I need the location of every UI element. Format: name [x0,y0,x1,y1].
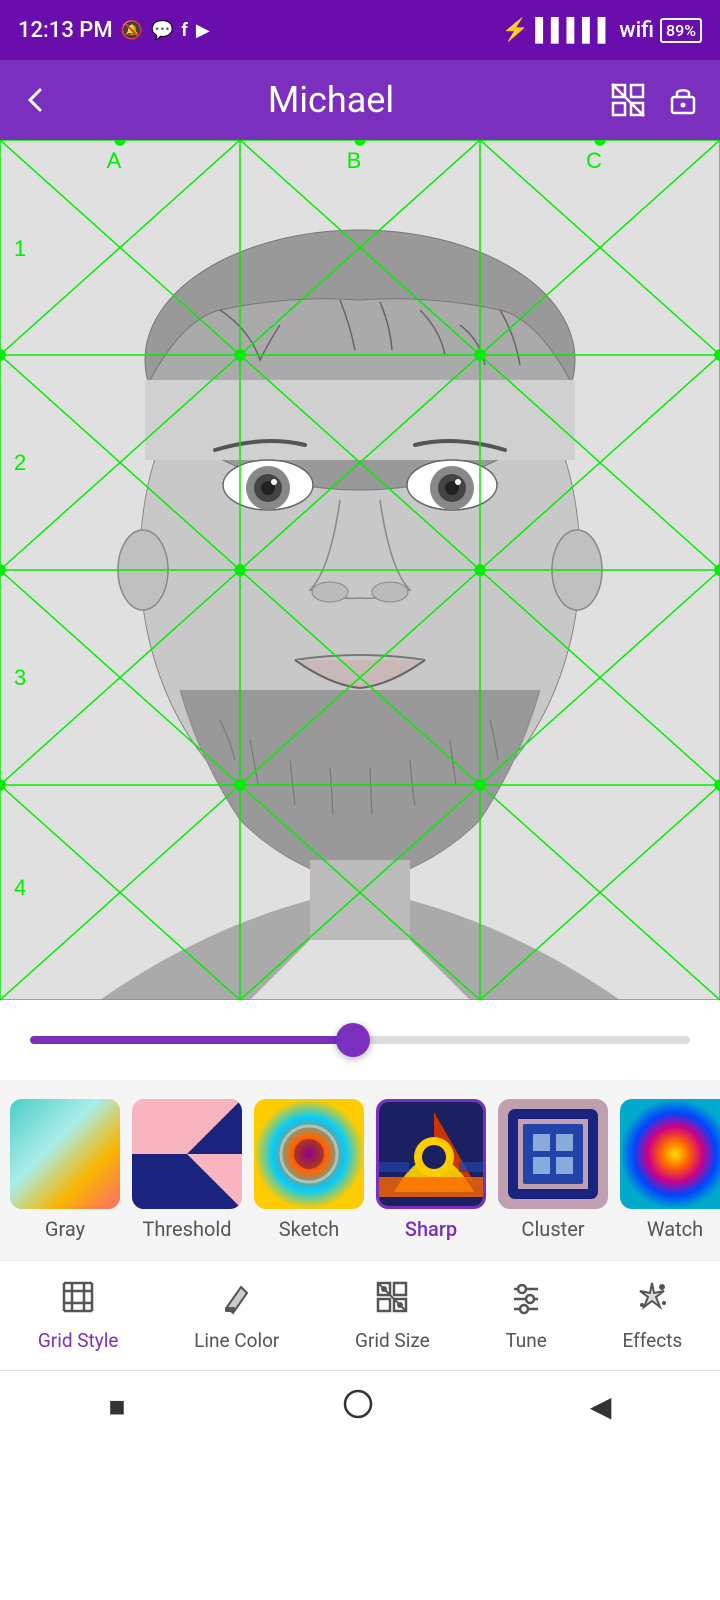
filter-label-watch: Watch [647,1217,703,1241]
slider-track[interactable] [30,1036,690,1044]
filter-thumb-watch [620,1099,720,1209]
page-title: Michael [268,79,394,121]
grid-size-icon [374,1279,410,1323]
filter-item-gray[interactable]: Gray [10,1099,120,1241]
mute-icon: 🔕 [121,20,143,41]
filter-item-watch[interactable]: Watch [620,1099,720,1241]
nav-item-tune[interactable]: Tune [505,1279,547,1352]
nav-label-effects: Effects [623,1329,683,1352]
filter-label-sharp: Sharp [405,1217,457,1241]
filter-thumb-sharp: .sharp-bg { } [376,1099,486,1209]
nav-item-line-color[interactable]: Line Color [194,1279,279,1352]
status-right: ⚡ ▌▌▌▌▌ wifi 89% [502,17,702,43]
android-navigation: ■ ◀ [0,1370,720,1442]
android-home-button[interactable] [343,1389,373,1425]
header-actions [610,82,700,118]
nav-label-grid-style: Grid Style [38,1329,119,1352]
lock-button[interactable] [666,83,700,117]
tune-icon [508,1279,544,1323]
app-header: Michael [0,60,720,140]
filter-label-cluster: Cluster [521,1217,584,1241]
filter-item-cluster[interactable]: Cluster [498,1099,608,1241]
wifi-icon: wifi [619,18,654,43]
back-button[interactable] [20,84,52,116]
signal-icon: ▌▌▌▌▌ [535,17,613,43]
filter-carousel: Gray Threshold [0,1080,720,1260]
nav-item-effects[interactable]: Effects [623,1279,683,1352]
filter-item-sharp[interactable]: .sharp-bg { } Sharp [376,1099,486,1241]
filter-item-threshold[interactable]: Threshold [132,1099,242,1241]
filter-thumb-cluster [498,1099,608,1209]
nav-label-line-color: Line Color [194,1329,279,1352]
line-color-icon [219,1279,255,1323]
nav-label-tune: Tune [505,1329,547,1352]
nav-label-grid-size: Grid Size [355,1329,430,1352]
status-bar: 12:13 PM 🔕 💬 f ▶ ⚡ ▌▌▌▌▌ wifi 89% [0,0,720,60]
nav-item-grid-size[interactable]: Grid Size [355,1279,430,1352]
image-canvas[interactable]: A B C 1 2 3 4 [0,140,720,1000]
bottom-navigation: Grid Style Line Color Grid Siz [0,1260,720,1370]
status-time: 12:13 PM [18,18,113,43]
battery-icon: 89% [660,18,702,43]
status-left: 12:13 PM 🔕 💬 f ▶ [18,18,210,43]
grid-toggle-button[interactable] [610,82,646,118]
filter-label-sketch: Sketch [279,1217,339,1241]
slider-thumb[interactable] [336,1023,370,1057]
filter-label-gray: Gray [45,1217,85,1241]
slider-fill [30,1036,353,1044]
android-back-button[interactable]: ◀ [590,1390,612,1423]
filter-thumb-sketch [254,1099,364,1209]
message-icon: 💬 [151,20,173,41]
effects-icon [634,1279,670,1323]
bluetooth-icon: ⚡ [502,18,529,43]
filter-thumb-threshold [132,1099,242,1209]
filter-label-threshold: Threshold [142,1217,231,1241]
android-stop-button[interactable]: ■ [109,1391,126,1423]
nav-item-grid-style[interactable]: Grid Style [38,1279,119,1352]
youtube-icon: ▶ [196,20,210,41]
filter-item-sketch[interactable]: Sketch [254,1099,364,1241]
filter-thumb-gray [10,1099,120,1209]
facebook-icon: f [181,20,187,41]
grid-style-icon [60,1279,96,1323]
slider-container[interactable] [0,1000,720,1080]
